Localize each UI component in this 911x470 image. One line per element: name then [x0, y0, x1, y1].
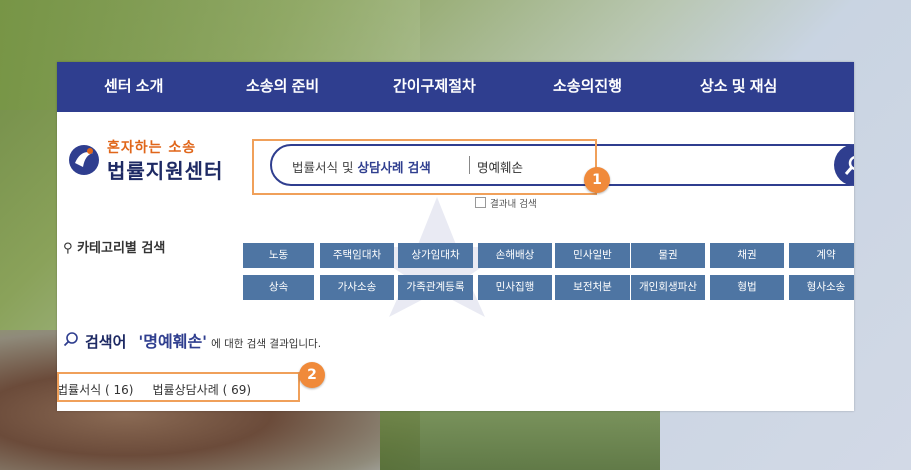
category-rehabilitation-bankruptcy[interactable]: 개인회생파산 [631, 275, 705, 300]
top-nav: 센터 소개 소송의 준비 간이구제절차 소송의진행 상소 및 재심 [57, 62, 854, 112]
category-preservation[interactable]: 보전처분 [555, 275, 630, 300]
result-tail: 에 대한 검색 결과입니다. [211, 338, 322, 350]
category-family-registration[interactable]: 가족관계등록 [398, 275, 473, 300]
category-claims[interactable]: 채권 [710, 243, 784, 268]
site-logo[interactable]: 혼자하는 소송 법률지원센터 [67, 135, 247, 185]
category-inheritance[interactable]: 상속 [243, 275, 314, 300]
highlight-box-1 [252, 139, 597, 195]
step-badge-1: 1 [584, 167, 610, 193]
search-icon [63, 332, 78, 347]
nav-appeal-retrial[interactable]: 상소 및 재심 [700, 62, 777, 112]
highlight-box-2 [57, 372, 300, 402]
logo-subtitle: 혼자하는 소송 [107, 140, 197, 156]
category-search-title: ⚲ 카테고리별 검색 [63, 241, 166, 256]
site-panel: 센터 소개 소송의 준비 간이구제절차 소송의진행 상소 및 재심 혼자하는 소… [57, 62, 854, 411]
logo-title: 법률지원센터 [107, 159, 224, 183]
result-term: '명예훼손' [138, 332, 208, 351]
nav-lawsuit-prep[interactable]: 소송의 준비 [246, 62, 319, 112]
category-criminal-procedure[interactable]: 형사소송 [789, 275, 854, 300]
category-contract[interactable]: 계약 [789, 243, 854, 268]
search-icon [844, 156, 854, 175]
nav-simple-relief[interactable]: 간이구제절차 [393, 62, 476, 112]
category-criminal-law[interactable]: 형법 [710, 275, 784, 300]
result-label: 검색어 [85, 333, 127, 351]
category-housing-lease[interactable]: 주택임대차 [320, 243, 394, 268]
category-family-litigation[interactable]: 가사소송 [320, 275, 394, 300]
category-civil-execution[interactable]: 민사집행 [478, 275, 552, 300]
nav-lawsuit-progress[interactable]: 소송의진행 [553, 62, 622, 112]
logo-icon [69, 145, 99, 175]
search-result-header: 검색어 '명예훼손' 에 대한 검색 결과입니다. [63, 328, 321, 352]
category-damages[interactable]: 손해배상 [478, 243, 552, 268]
nav-center-intro[interactable]: 센터 소개 [104, 62, 163, 112]
category-civil-general[interactable]: 민사일반 [555, 243, 630, 268]
category-labor[interactable]: 노동 [243, 243, 314, 268]
step-badge-2: 2 [299, 362, 325, 388]
category-property-rights[interactable]: 물권 [631, 243, 705, 268]
category-commercial-lease[interactable]: 상가임대차 [398, 243, 473, 268]
search-icon: ⚲ [63, 241, 73, 256]
